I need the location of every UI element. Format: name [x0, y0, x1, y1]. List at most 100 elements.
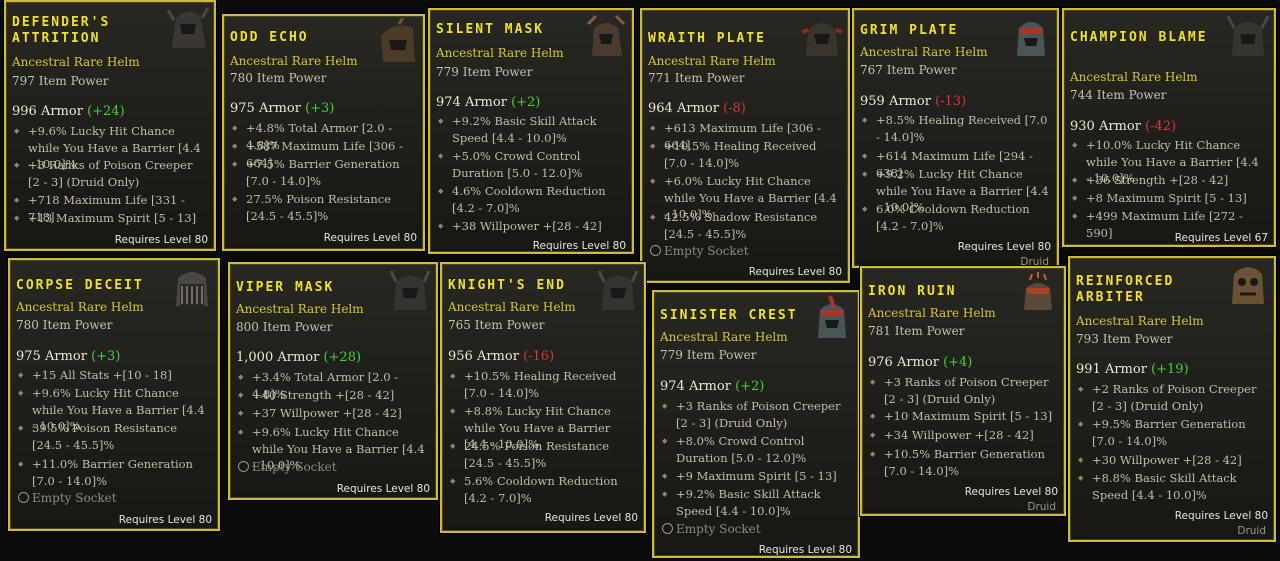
affix-line: +11.0% Barrier Generation [7.0 - 14.0]% — [18, 456, 210, 489]
item-card[interactable]: Sinister Crest Ancestral Rare Helm 779 I… — [652, 290, 860, 558]
item-name: Odd Echo — [230, 30, 309, 45]
item-armor: 1,000 Armor (+28) — [236, 350, 361, 365]
item-name: Viper Mask — [236, 280, 335, 295]
item-type: Ancestral Rare Helm — [660, 330, 788, 344]
armor-delta: (+3) — [305, 101, 335, 116]
item-name: Corpse Deceit — [16, 278, 144, 293]
item-card[interactable]: Knight's End Ancestral Rare Helm 765 Ite… — [440, 262, 646, 533]
item-card[interactable]: Champion Blame Ancestral Rare Helm 744 I… — [1062, 8, 1276, 247]
affix-line: +8.0% Crowd Control Duration [5.0 - 12.0… — [662, 433, 850, 466]
affix-line: +8.5% Healing Received [7.0 - 14.0]% — [862, 112, 1049, 145]
item-armor: 930 Armor (-42) — [1070, 119, 1176, 134]
item-name: Knight's End — [448, 278, 566, 293]
helm-icon — [1226, 15, 1270, 56]
item-card[interactable]: Silent Mask Ancestral Rare Helm 779 Item… — [428, 8, 634, 254]
armor-delta: (+2) — [511, 95, 541, 110]
armor-delta: (-16) — [523, 349, 555, 364]
affix-line: +10.5% Healing Received [7.0 - 14.0]% — [450, 368, 636, 401]
armor-delta: (+2) — [735, 379, 765, 394]
affix-line: +2 Ranks of Poison Creeper [2 - 3] (Drui… — [1078, 381, 1266, 414]
item-card[interactable]: Grim Plate Ancestral Rare Helm 767 Item … — [852, 8, 1059, 268]
helm-icon — [166, 7, 210, 49]
item-armor: 964 Armor (-8) — [648, 101, 746, 116]
affix-line: +40 Strength +[28 - 42] — [238, 387, 428, 404]
item-armor: 975 Armor (+3) — [16, 349, 120, 364]
item-type: Ancestral Rare Helm — [868, 306, 996, 320]
item-power: 780 Item Power — [230, 71, 327, 85]
item-card[interactable]: Corpse Deceit Ancestral Rare Helm 780 It… — [8, 258, 220, 531]
item-card[interactable]: Odd Echo Ancestral Rare Helm 780 Item Po… — [222, 14, 425, 251]
affix-line: 6.0% Cooldown Reduction [4.2 - 7.0]% — [862, 201, 1049, 234]
required-level: Requires Level 80 — [1174, 510, 1268, 522]
required-level: Requires Level 80 — [114, 234, 208, 246]
required-level: Requires Level 67 — [1174, 232, 1268, 244]
affix-line: +5.0% Crowd Control Duration [5.0 - 12.0… — [438, 148, 624, 181]
item-power: 779 Item Power — [436, 65, 533, 79]
armor-delta: (-42) — [1145, 119, 1177, 134]
item-power: 744 Item Power — [1070, 88, 1167, 102]
armor-value: 959 Armor — [860, 94, 931, 109]
socket-label: Empty Socket — [676, 522, 761, 536]
required-level: Requires Level 80 — [758, 544, 852, 556]
item-name: Iron Ruin — [868, 284, 957, 299]
item-type: Ancestral Rare Helm — [860, 45, 988, 59]
required-level: Requires Level 80 — [336, 483, 430, 495]
affix-line: +38 Willpower +[28 - 42] — [438, 218, 624, 235]
affix-line: 4.6% Cooldown Reduction [4.2 - 7.0]% — [438, 183, 624, 216]
empty-socket: Empty Socket — [238, 460, 337, 474]
item-power: 767 Item Power — [860, 63, 957, 77]
armor-value: 964 Armor — [648, 101, 719, 116]
affix-line: +3 Ranks of Poison Creeper [2 - 3] (Drui… — [662, 398, 850, 431]
item-card[interactable]: Wraith Plate Ancestral Rare Helm 771 Ite… — [640, 8, 850, 283]
helm-icon — [597, 270, 639, 310]
affix-line: +34 Willpower +[28 - 42] — [870, 427, 1056, 444]
item-card[interactable]: Viper Mask Ancestral Rare Helm 800 Item … — [228, 262, 438, 500]
armor-value: 956 Armor — [448, 349, 519, 364]
empty-socket: Empty Socket — [18, 491, 117, 505]
item-armor: 991 Armor (+19) — [1076, 362, 1189, 377]
helm-icon — [801, 23, 843, 56]
armor-value: 996 Armor — [12, 104, 83, 119]
empty-socket: Empty Socket — [650, 244, 749, 258]
required-level: Requires Level 80 — [118, 514, 212, 526]
class-restriction: Druid — [1237, 525, 1266, 537]
required-level: Requires Level 80 — [323, 232, 417, 244]
helm-icon — [389, 270, 431, 310]
affix-line: +8.8% Basic Skill Attack Speed [4.4 - 10… — [1078, 470, 1266, 503]
item-card[interactable]: Iron Ruin Ancestral Rare Helm 781 Item P… — [860, 266, 1066, 516]
armor-delta: (-8) — [723, 101, 746, 116]
item-card[interactable]: Reinforced Arbiter Ancestral Rare Helm 7… — [1068, 256, 1276, 542]
affix-line: 24.5% Poison Resistance [24.5 - 45.5]% — [450, 438, 636, 471]
armor-value: 1,000 Armor — [236, 350, 320, 365]
affix-line: +9.2% Basic Skill Attack Speed [4.4 - 10… — [438, 113, 624, 146]
required-level: Requires Level 80 — [748, 266, 842, 278]
item-power: 765 Item Power — [448, 318, 545, 332]
affix-line: +10.5% Barrier Generation [7.0 - 14.0]% — [870, 446, 1056, 479]
armor-value: 991 Armor — [1076, 362, 1147, 377]
empty-socket: Empty Socket — [662, 522, 761, 536]
affix-line: +9.2% Basic Skill Attack Speed [4.4 - 10… — [662, 486, 850, 519]
affix-line: 42.5% Shadow Resistance [24.5 - 45.5]% — [650, 209, 840, 242]
helm-icon — [818, 295, 846, 338]
armor-delta: (+3) — [91, 349, 121, 364]
class-restriction: Druid — [1027, 501, 1056, 513]
item-armor: 976 Armor (+4) — [868, 355, 972, 370]
affix-line: +15 All Stats +[10 - 18] — [18, 367, 210, 384]
item-armor: 974 Armor (+2) — [660, 379, 764, 394]
required-level: Requires Level 80 — [957, 241, 1051, 253]
armor-value: 974 Armor — [436, 95, 507, 110]
item-name: Champion Blame — [1070, 30, 1208, 45]
required-level: Requires Level 80 — [532, 240, 626, 252]
affix-line: +8 Maximum Spirit [5 - 13] — [1072, 190, 1266, 207]
empty-socket-icon — [238, 461, 249, 472]
item-type: Ancestral Rare Helm — [436, 46, 564, 60]
affix-line: +3 Ranks of Poison Creeper [2 - 3] (Drui… — [14, 157, 206, 190]
item-type: Ancestral Rare Helm — [16, 300, 144, 314]
affix-line: +36 Strength +[28 - 42] — [1072, 172, 1266, 189]
armor-value: 930 Armor — [1070, 119, 1141, 134]
armor-delta: (+28) — [323, 350, 362, 365]
item-type: Ancestral Rare Helm — [236, 302, 364, 316]
item-card[interactable]: Defender's Attrition Ancestral Rare Helm… — [4, 0, 216, 251]
item-power: 797 Item Power — [12, 74, 109, 88]
item-type: Ancestral Rare Helm — [1070, 70, 1198, 84]
